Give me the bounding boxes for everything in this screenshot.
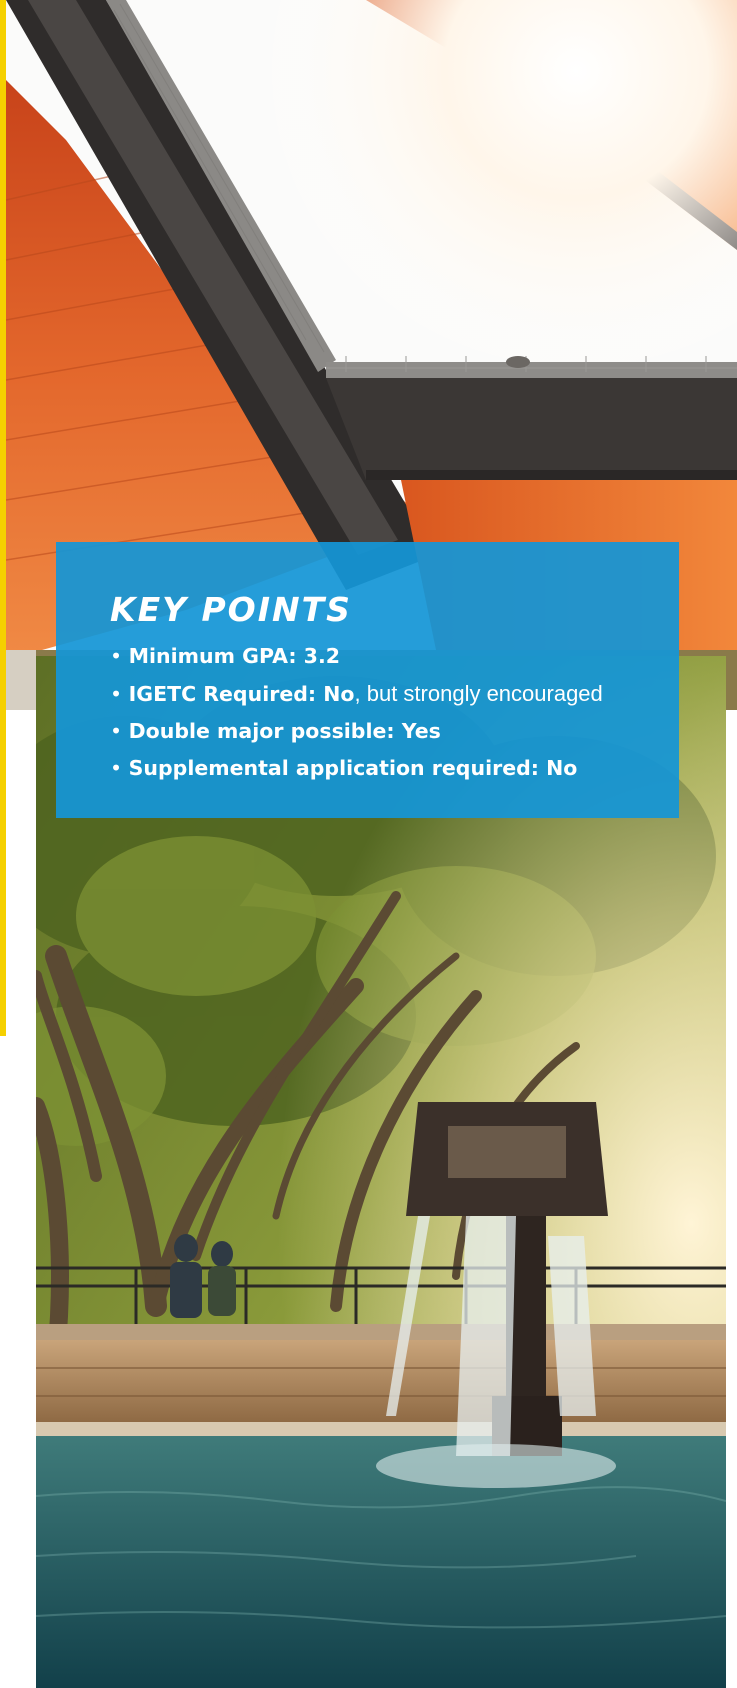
key-point-label: IGETC Required: No [128,682,355,706]
key-point-label: Double major possible: Yes [128,719,441,743]
key-point-label: Minimum GPA: 3.2 [128,644,340,668]
brochure-page: KEY POINTS • Minimum GPA: 3.2 • IGETC Re… [0,0,737,1688]
bullet: • [110,682,123,706]
bullet: • [110,644,123,668]
bullet: • [110,719,123,743]
key-point-note: , but strongly encouraged [354,681,603,706]
key-point-minimum-gpa: • Minimum GPA: 3.2 [110,638,679,675]
bullet: • [110,756,123,780]
key-point-label: Supplemental application required: No [128,756,578,780]
key-point-igetc: • IGETC Required: No, but strongly encou… [110,675,679,713]
key-point-supplemental-application: • Supplemental application required: No [110,750,679,787]
key-points-title: KEY POINTS [110,590,352,629]
key-point-double-major: • Double major possible: Yes [110,713,679,750]
key-points-list: • Minimum GPA: 3.2 • IGETC Required: No,… [110,638,679,787]
key-points-box: KEY POINTS • Minimum GPA: 3.2 • IGETC Re… [56,542,679,818]
